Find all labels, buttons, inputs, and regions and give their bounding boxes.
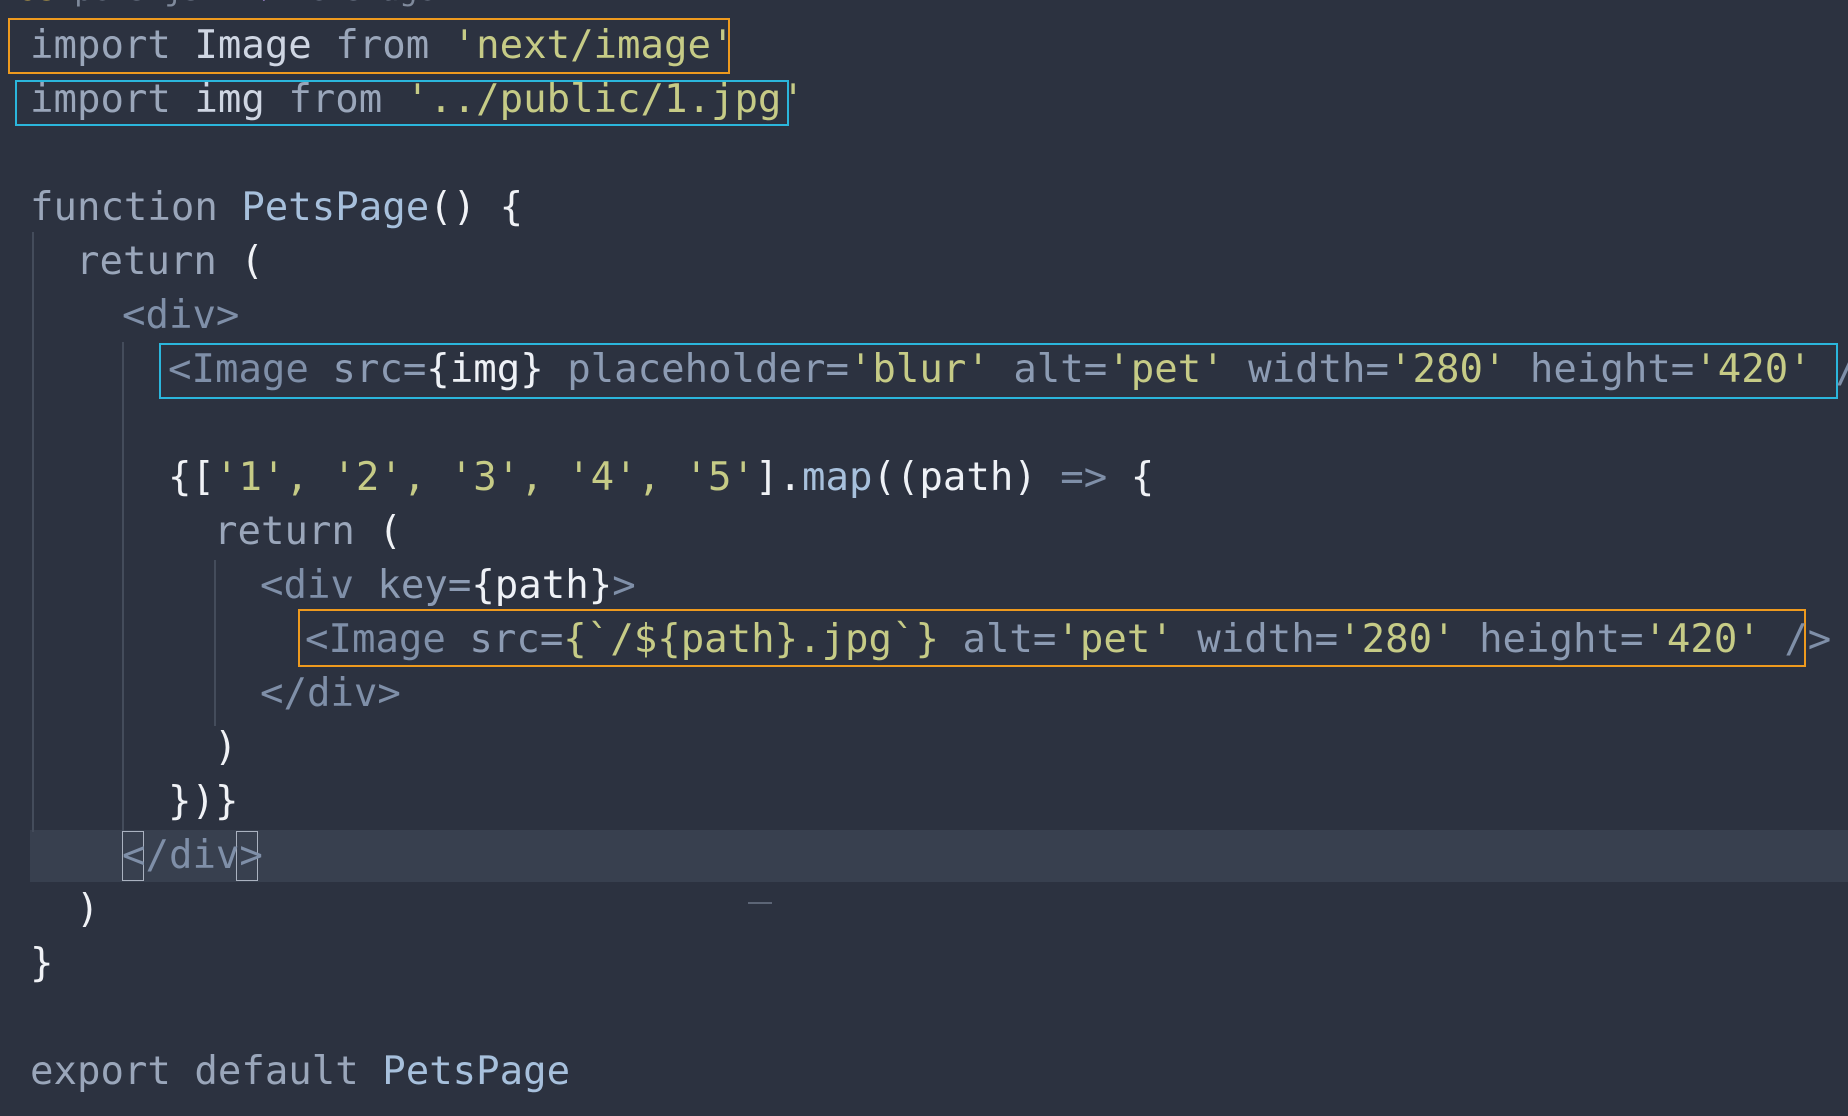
code-line-6: <div>: [122, 293, 240, 338]
mouse-cursor-icon: [748, 888, 772, 904]
indent-guide: [214, 560, 216, 726]
code-line-4: function PetsPage() {: [30, 185, 524, 230]
code-line-1: import Image from 'next/image': [30, 23, 735, 68]
code-line-15: })}: [168, 779, 239, 824]
code-line-18: }: [30, 941, 54, 986]
indent-guide: [32, 232, 34, 832]
code-line-16: </div>: [122, 833, 263, 878]
code-line-10: return (: [214, 509, 402, 554]
code-line-7: <Image src={img} placeholder='blur' alt=…: [168, 347, 1848, 392]
code-line-12: <Image src={`/${path}.jpg`} alt='pet' wi…: [305, 617, 1832, 662]
code-line-17: ): [76, 887, 100, 932]
current-line-highlight: [30, 830, 1848, 882]
code-line-9: {['1', '2', '3', '4', '5'].map((path) =>…: [168, 455, 1155, 500]
code-line-11: <div key={path}>: [260, 563, 636, 608]
code-editor[interactable]: import Image from 'next/image' import im…: [0, 0, 1848, 1116]
code-line-14: ): [214, 725, 238, 770]
code-line-13: </div>: [260, 671, 401, 716]
code-line-20: export default PetsPage: [30, 1049, 571, 1094]
code-line-2: import img from '../public/1.jpg': [30, 77, 805, 122]
code-line-5: return (: [76, 239, 264, 284]
indent-guide: [122, 342, 124, 832]
